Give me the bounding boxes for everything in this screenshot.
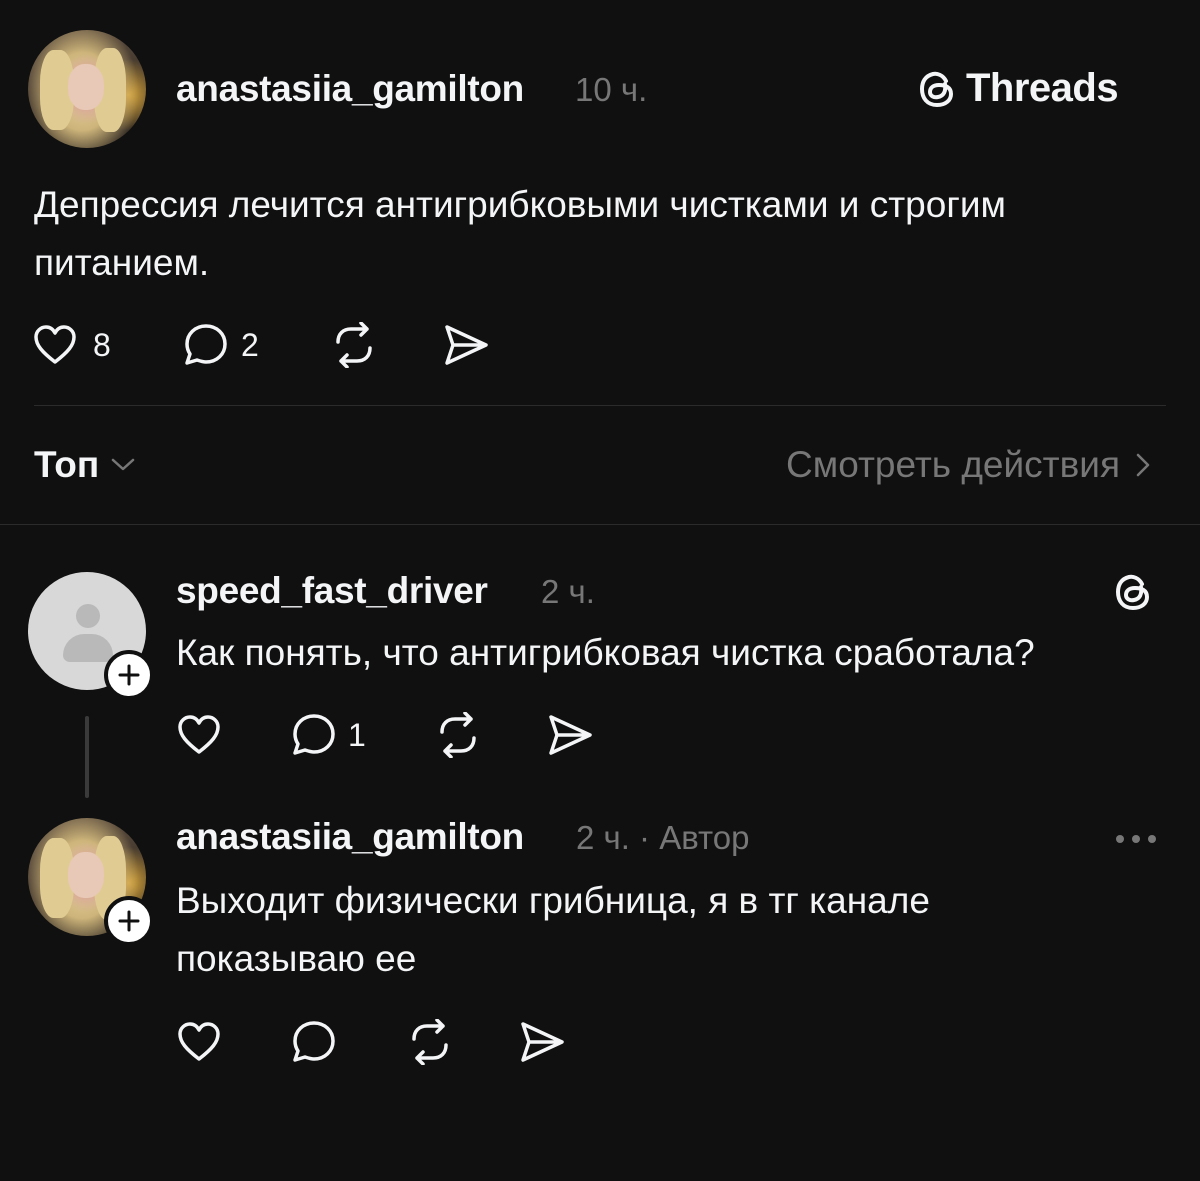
follow-button[interactable] (104, 896, 154, 946)
more-icon[interactable] (1114, 832, 1158, 846)
threads-brand-link[interactable]: Threads (916, 66, 1119, 111)
heart-icon[interactable] (32, 324, 78, 366)
comment-text: Как понять, что антигрибковая чистка сра… (176, 632, 1035, 673)
post-username[interactable]: anastasiia_gamilton (176, 68, 524, 110)
post-timestamp: 10 ч. (575, 71, 648, 108)
threads-logo-icon (919, 71, 954, 107)
sort-label: Топ (34, 444, 100, 485)
reply-text-line-2: показываю ее (176, 938, 417, 979)
comment-icon[interactable] (290, 712, 338, 758)
threads-brand-label: Threads (966, 66, 1119, 110)
reply-username[interactable]: anastasiia_gamilton (176, 816, 524, 858)
thread-connector (85, 716, 89, 798)
comment-icon[interactable] (290, 1019, 338, 1065)
threads-logo-icon[interactable] (1112, 570, 1154, 614)
post-reply-count: 2 (241, 327, 259, 363)
view-activity-label: Смотреть действия (786, 444, 1120, 485)
chevron-down-icon (111, 458, 135, 471)
view-activity-link[interactable]: Смотреть действия (786, 444, 1152, 486)
send-icon[interactable] (518, 1019, 566, 1065)
heart-icon[interactable] (176, 1021, 222, 1063)
author-avatar[interactable] (28, 30, 146, 148)
repost-icon[interactable] (434, 712, 482, 758)
follow-button[interactable] (104, 650, 154, 700)
heart-icon[interactable] (176, 714, 222, 756)
send-icon[interactable] (442, 322, 490, 368)
post-text-line-1: Депрессия лечится антигрибковыми чисткам… (34, 184, 1006, 225)
reply-meta: 2 ч. · Автор (576, 819, 750, 856)
sort-dropdown[interactable]: Топ (34, 444, 137, 486)
comment-timestamp: 2 ч. (541, 573, 595, 610)
comment-username[interactable]: speed_fast_driver (176, 570, 488, 612)
comment-icon[interactable] (182, 322, 230, 368)
reply-text-line-1: Выходит физически грибница, я в тг канал… (176, 880, 930, 921)
post-like-count: 8 (93, 327, 111, 363)
post-text-line-2: питанием. (34, 242, 210, 283)
plus-icon (118, 664, 140, 686)
chevron-right-icon (1136, 453, 1150, 477)
comment-reply-count: 1 (348, 717, 366, 753)
post-divider (34, 405, 1166, 406)
repost-icon[interactable] (406, 1019, 454, 1065)
section-divider (0, 524, 1200, 525)
repost-icon[interactable] (330, 322, 378, 368)
plus-icon (118, 910, 140, 932)
send-icon[interactable] (546, 712, 594, 758)
